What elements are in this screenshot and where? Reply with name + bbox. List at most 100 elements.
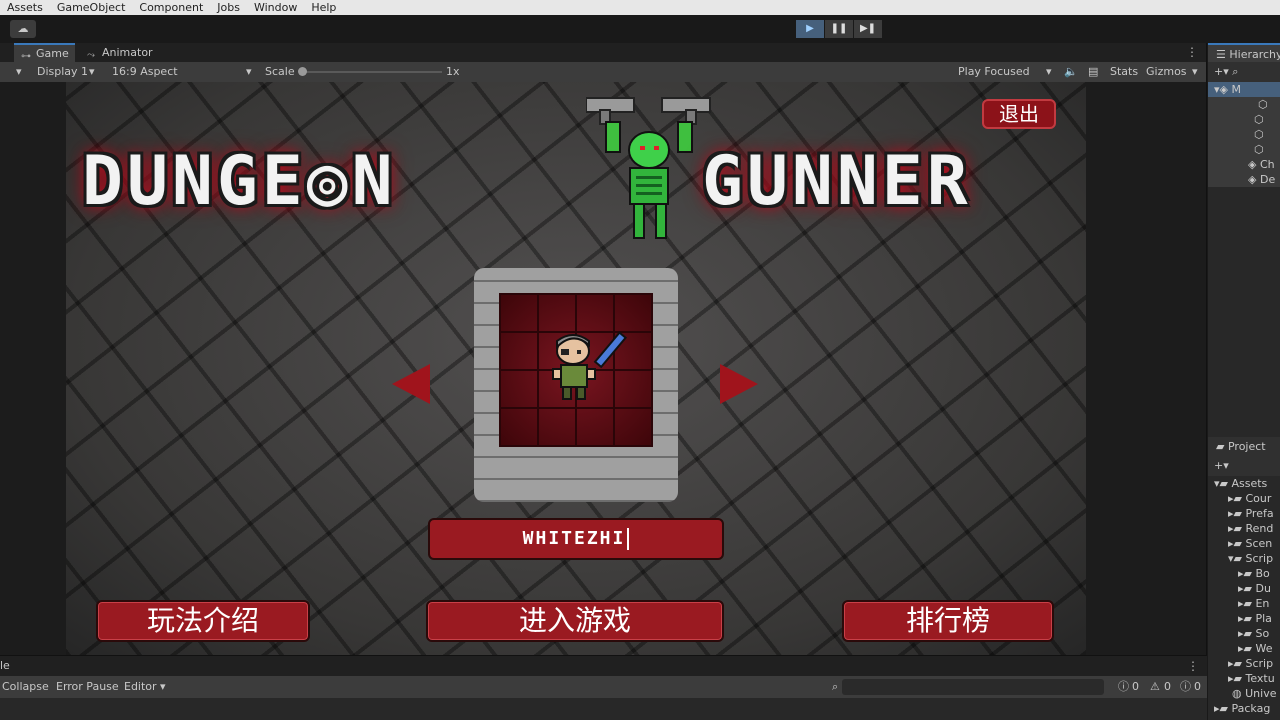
more-options-icon[interactable]: ⋮ — [1186, 43, 1198, 62]
tab-game-label: Game — [36, 47, 69, 60]
scale-slider[interactable] — [302, 71, 442, 73]
project-title: Project — [1227, 440, 1266, 453]
project-row-label: Scrip — [1245, 552, 1274, 565]
project-row[interactable]: ▸▰ Du — [1208, 581, 1280, 596]
hierarchy-row[interactable]: ⬡ — [1208, 127, 1280, 142]
aspect-select[interactable]: 16:9 Aspect — [112, 62, 178, 82]
project-row[interactable]: ▸▰ So — [1208, 626, 1280, 641]
menu-item-help[interactable]: Help — [304, 0, 343, 15]
character-preview — [499, 293, 653, 447]
right-dock: ☰ Hierarchy +▾ ⌕ ▾◈ M ⬡ ⬡ ⬡ ⬡ ◈ Ch ◈ De … — [1208, 43, 1280, 720]
gizmos-button[interactable]: Gizmos — [1146, 62, 1187, 82]
console-tab-row: le ⋮ — [0, 656, 1207, 676]
project-row-label: Unive — [1245, 687, 1277, 700]
error-icon[interactable]: ⓘ — [1180, 676, 1191, 698]
play-controls: ▶ ❚❚ ▶❚ — [796, 20, 882, 38]
chevron-down-icon[interactable]: ▾ — [1192, 62, 1198, 82]
game-view-toolbar: ▾ Display 1 ▾ 16:9 Aspect ▾ Scale 1x Pla… — [0, 62, 1206, 82]
project-row[interactable]: ▸▰ Packag — [1208, 701, 1280, 716]
collapse-button[interactable]: Collapse — [2, 676, 49, 698]
player-character-icon — [552, 331, 628, 400]
next-character-arrow[interactable] — [720, 364, 758, 404]
menu-item-window[interactable]: Window — [247, 0, 304, 15]
project-row-label: Pla — [1255, 612, 1272, 625]
menu-item-gameobject[interactable]: GameObject — [50, 0, 133, 15]
project-row[interactable]: ▾▰ Scrip — [1208, 551, 1280, 566]
search-icon[interactable]: ⌕ — [1232, 65, 1238, 78]
add-icon[interactable]: +▾ — [1214, 65, 1229, 78]
add-icon[interactable]: +▾ — [1214, 459, 1229, 472]
project-row[interactable]: ▸▰ Scrip — [1208, 656, 1280, 671]
editor-select[interactable]: Editor ▾ — [124, 676, 166, 698]
project-row[interactable]: ▸▰ Prefa — [1208, 506, 1280, 521]
error-pause-button[interactable]: Error Pause — [56, 676, 119, 698]
scale-slider-handle[interactable] — [298, 67, 307, 76]
how-to-play-button[interactable]: 玩法介绍 — [96, 600, 310, 642]
tab-project[interactable]: ▰ Project — [1208, 437, 1280, 456]
project-row[interactable]: ▸▰ Cour — [1208, 491, 1280, 506]
folder-icon: ▸▰ — [1228, 492, 1242, 505]
prev-character-arrow[interactable] — [392, 364, 430, 404]
hierarchy-row-scene[interactable]: ▾◈ M — [1208, 82, 1280, 97]
chevron-down-icon[interactable]: ▾ — [1046, 62, 1052, 82]
console-search-input[interactable] — [842, 679, 1104, 695]
view-tab-row: ⊶ Game ⤳ Animator ⋮ — [0, 43, 1206, 62]
hierarchy-row-de[interactable]: ◈ De — [1208, 172, 1280, 187]
pause-button[interactable]: ❚❚ — [825, 20, 853, 38]
stats-button[interactable]: Stats — [1110, 62, 1138, 82]
warning-icon[interactable]: ⚠ — [1150, 676, 1160, 698]
play-mode-select[interactable]: Play Focused — [958, 62, 1030, 82]
folder-icon: ▸▰ — [1238, 642, 1252, 655]
folder-icon: ▸▰ — [1228, 672, 1242, 685]
tab-game[interactable]: ⊶ Game — [14, 43, 75, 62]
folder-icon: ▸▰ — [1228, 507, 1242, 520]
project-row[interactable]: ▸▰ Textu — [1208, 671, 1280, 686]
speaker-icon[interactable]: 🔈 — [1064, 62, 1078, 82]
player-name-input[interactable]: WHITEZHI — [428, 518, 724, 560]
chevron-down-icon[interactable]: ▾ — [16, 62, 22, 82]
hierarchy-row-ch[interactable]: ◈ Ch — [1208, 157, 1280, 172]
cube-icon: ⬡ — [1254, 128, 1264, 141]
log-count: 0 — [1132, 680, 1139, 693]
hierarchy-title: Hierarchy — [1229, 48, 1280, 61]
leaderboard-button[interactable]: 排行榜 — [842, 600, 1054, 642]
project-row[interactable]: ▸▰ Scen — [1208, 536, 1280, 551]
play-button[interactable]: ▶ — [796, 20, 824, 38]
text-caret — [627, 528, 630, 550]
game-screen: DUNGE◎N GUNNER 退出 WHITEZHI 玩法介绍 进入游戏 排行榜 — [66, 82, 1086, 655]
hierarchy-row-label: Ch — [1259, 158, 1275, 171]
project-row[interactable]: ▸▰ Bo — [1208, 566, 1280, 581]
project-row[interactable]: ▸▰ We — [1208, 641, 1280, 656]
info-icon[interactable]: ⓘ — [1118, 676, 1129, 698]
more-options-icon[interactable]: ⋮ — [1187, 656, 1199, 676]
menu-item-component[interactable]: Component — [132, 0, 210, 15]
chevron-down-icon[interactable]: ▾ — [246, 62, 252, 82]
folder-icon: ▸▰ — [1228, 657, 1242, 670]
project-row-label: Du — [1255, 582, 1271, 595]
game-title-left: DUNGE◎N — [82, 142, 397, 221]
exit-button[interactable]: 退出 — [982, 99, 1056, 129]
cloud-icon[interactable]: ☁ — [10, 20, 36, 38]
tab-console[interactable]: le — [0, 656, 10, 676]
tab-animator[interactable]: ⤳ Animator — [80, 43, 159, 62]
menu-item-assets[interactable]: Assets — [0, 0, 50, 15]
cube-icon: ⬡ — [1254, 143, 1264, 156]
project-row[interactable]: ◍ Unive — [1208, 686, 1280, 701]
project-row[interactable]: ▸▰ En — [1208, 596, 1280, 611]
menu-item-jobs[interactable]: Jobs — [210, 0, 247, 15]
project-row[interactable]: ▾▰ Assets — [1208, 476, 1280, 491]
error-count: 0 — [1194, 680, 1201, 693]
project-row[interactable]: ▸▰ Pla — [1208, 611, 1280, 626]
project-row-label: Prefa — [1245, 507, 1274, 520]
project-row[interactable]: ▸▰ Rend — [1208, 521, 1280, 536]
unity-scene-icon: ◈ — [1248, 158, 1257, 171]
tab-hierarchy[interactable]: ☰ Hierarchy — [1208, 43, 1280, 62]
chevron-down-icon[interactable]: ▾ — [89, 62, 95, 82]
step-button[interactable]: ▶❚ — [854, 20, 882, 38]
hierarchy-row[interactable]: ⬡ — [1208, 97, 1280, 112]
hierarchy-row[interactable]: ⬡ — [1208, 142, 1280, 157]
display-select[interactable]: Display 1 — [37, 62, 88, 82]
project-row-label: Rend — [1245, 522, 1274, 535]
hierarchy-row[interactable]: ⬡ — [1208, 112, 1280, 127]
start-game-button[interactable]: 进入游戏 — [426, 600, 724, 642]
